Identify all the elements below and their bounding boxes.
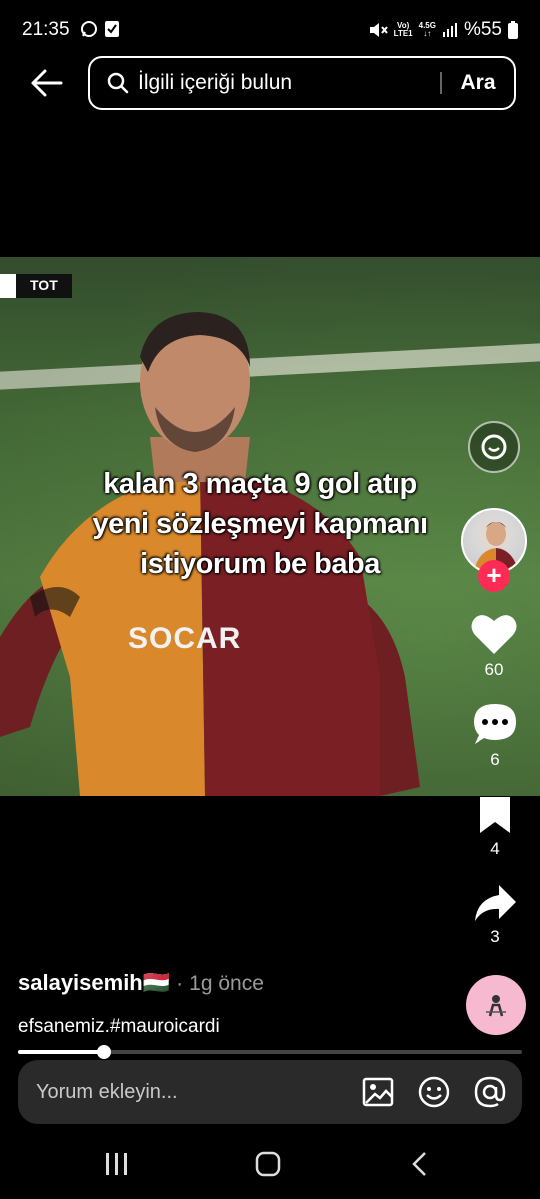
recents-button[interactable] [97,1148,137,1180]
add-image-button[interactable] [354,1068,402,1116]
video-player[interactable]: TOT SOCAR kalan 3 maçta 9 gol atıp yeni … [0,257,540,796]
search-input[interactable]: İlgili içeriği bulun [138,71,440,95]
network-gen: 4.5G ↓↑ [418,21,436,38]
status-right: Vo) LTE1 4.5G ↓↑ %55 [368,19,518,41]
back-nav-icon [412,1152,426,1176]
follow-button[interactable]: + [478,560,510,592]
progress-fill [18,1050,104,1054]
comment-icon [474,704,516,744]
share-count: 3 [490,927,500,946]
status-bar: 21:35 Vo) LTE1 4.5G ↓↑ %55 [0,0,540,60]
status-notification-icons [80,20,120,38]
caption-line: yeni sözleşmeyi kapmanı [92,508,428,540]
username[interactable]: salayisemih🇭🇺 [18,970,170,996]
emoji-button[interactable] [410,1068,458,1116]
status-time: 21:35 [22,19,70,40]
share-button[interactable]: 3 [473,883,517,947]
scoreboard: TOT [0,274,72,298]
video-progress[interactable] [18,1045,522,1059]
lens-button[interactable] [467,420,521,474]
heart-icon [471,615,517,654]
back-arrow-icon [31,69,63,97]
post-time: 1g önce [189,972,264,995]
caption-line: istiyorum be baba [140,548,380,580]
home-icon [255,1151,281,1177]
bookmark-icon [480,797,510,833]
signal-icon [442,23,457,37]
progress-thumb[interactable] [96,1045,111,1059]
chat-bubble-icon [81,21,97,37]
music-cover-icon [486,995,506,1017]
home-button[interactable] [248,1148,288,1180]
emoji-icon [418,1076,450,1108]
mute-icon [369,23,388,37]
back-nav-button[interactable] [400,1148,440,1180]
search-box[interactable]: İlgili içeriği bulun Ara [88,56,516,110]
comment-input[interactable]: Yorum ekleyin... [18,1081,354,1104]
save-count: 4 [490,839,500,858]
network-volte: Vo) LTE1 [393,21,413,38]
like-button[interactable]: 60 [470,612,518,680]
search-icon [107,72,129,94]
score-team: TOT [16,274,72,298]
meta-separator: · [176,972,184,995]
video-caption: kalan 3 maçta 9 gol atıp yeni sözleşmeyi… [60,464,460,584]
mention-icon [474,1076,506,1108]
search-submit-button[interactable]: Ara [442,71,514,95]
comment-count: 6 [490,750,500,769]
post-caption[interactable]: efsanemiz.#mauroicardi [18,1016,220,1038]
lens-icon [468,421,520,473]
comment-bar[interactable]: Yorum ekleyin... [18,1060,522,1124]
comment-button[interactable]: 6 [472,702,518,770]
battery-percent: %55 [463,19,502,40]
share-icon [475,885,516,921]
save-button[interactable]: 4 [477,795,513,859]
music-disc[interactable] [466,975,526,1035]
system-nav-bar [0,1130,540,1199]
post-meta: salayisemih🇭🇺 · 1g önce [18,970,264,996]
jersey-sponsor: SOCAR [128,622,242,655]
image-icon [362,1077,394,1107]
checkbox-notification-icon [105,21,119,37]
caption-line: kalan 3 maçta 9 gol atıp [103,468,417,500]
mention-button[interactable] [466,1068,514,1116]
battery-icon [508,21,518,39]
like-count: 60 [484,660,504,679]
recents-icon [106,1153,127,1175]
back-button[interactable] [24,60,70,106]
